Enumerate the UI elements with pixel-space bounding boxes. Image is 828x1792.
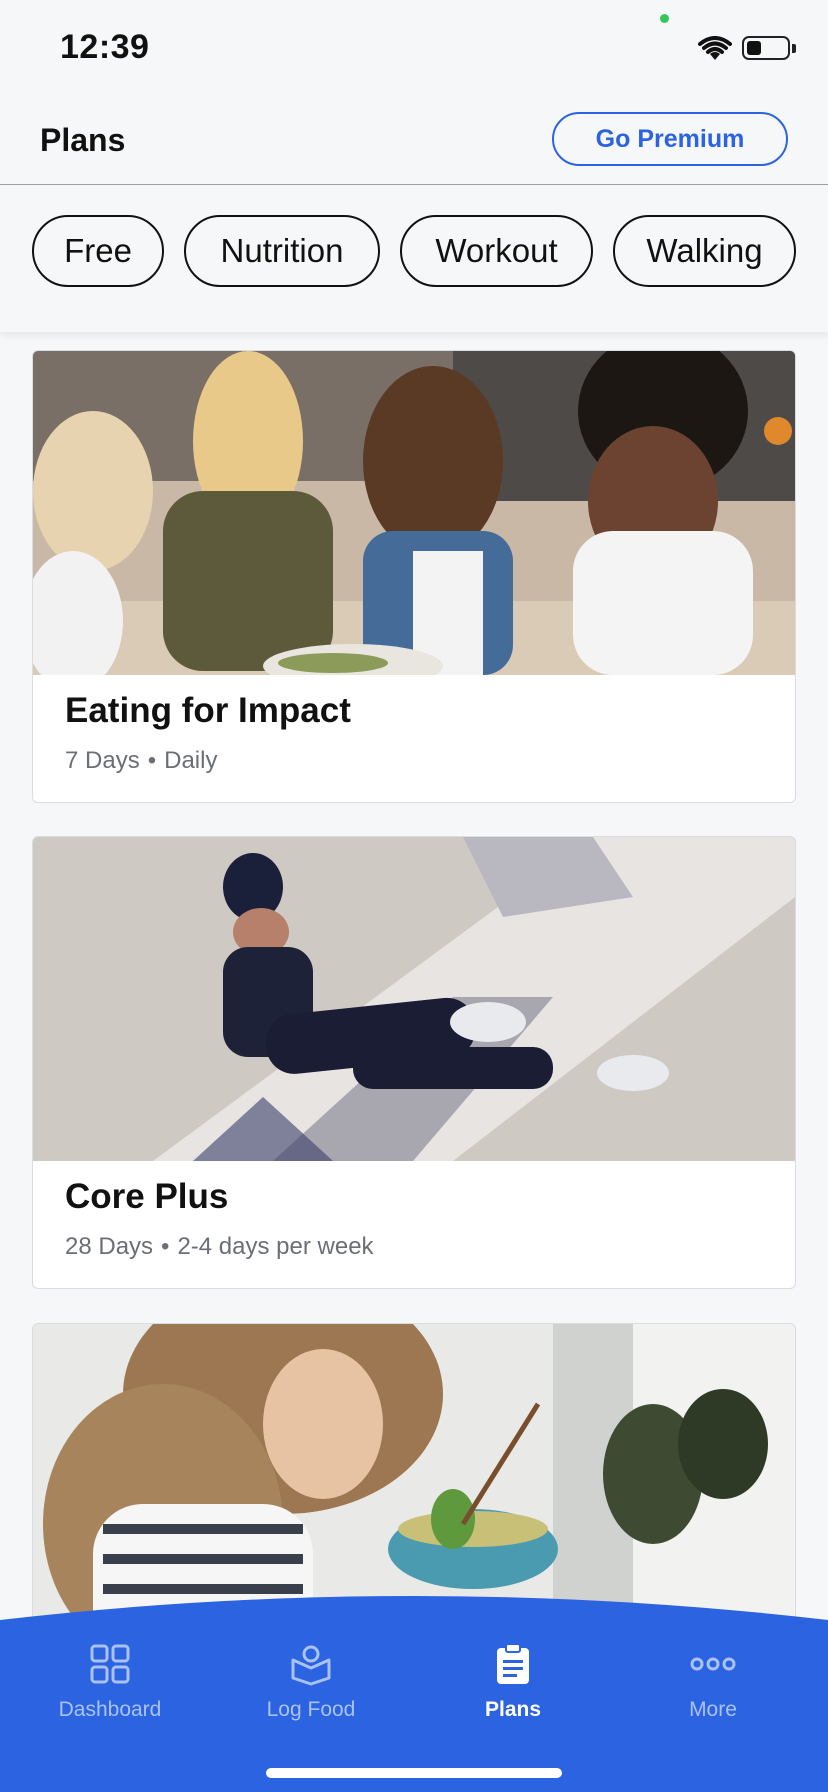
camera-indicator-icon [660, 14, 669, 23]
nav-item-log-food[interactable]: Log Food [216, 1642, 406, 1722]
plan-card-eating-for-impact[interactable]: Eating for Impact 7 Days • Daily [32, 350, 796, 803]
plan-card-core-plus[interactable]: Core Plus 28 Days • 2-4 days per week [32, 836, 796, 1289]
plan-image-friends-eating [33, 351, 795, 675]
nav-label-more: More [689, 1698, 737, 1721]
plan-card-partial[interactable] [32, 1323, 796, 1623]
nav-label-dashboard: Dashboard [58, 1698, 162, 1721]
plan-duration: 28 Days [65, 1233, 154, 1260]
meta-separator: • [147, 747, 157, 774]
filter-chip-nutrition[interactable]: Nutrition [184, 215, 380, 287]
nav-item-more[interactable]: More [618, 1642, 808, 1722]
plan-meta: 7 Days • Daily [65, 747, 217, 775]
plan-meta: 28 Days • 2-4 days per week [65, 1233, 374, 1261]
meta-separator: • [161, 1233, 170, 1260]
battery-icon [742, 36, 790, 60]
bottom-nav: Dashboard Log Food Plans More [0, 1592, 828, 1792]
log-food-icon [291, 1645, 331, 1686]
battery-cap [792, 44, 796, 53]
plan-image-woman-eating-salad [33, 1324, 795, 1622]
plan-frequency: Daily [164, 747, 218, 774]
nav-label-plans: Plans [484, 1698, 542, 1721]
wifi-icon [698, 36, 732, 60]
plan-title: Eating for Impact [65, 691, 351, 730]
status-time: 12:39 [60, 28, 150, 66]
plan-duration: 7 Days [65, 747, 140, 774]
filter-bar: Free Nutrition Workout Walking [0, 185, 828, 332]
page-title: Plans [40, 122, 126, 158]
filter-chip-free[interactable]: Free [32, 215, 164, 287]
nav-label-log-food: Log Food [266, 1698, 356, 1721]
status-bar: 12:39 [0, 0, 828, 100]
filter-chip-workout[interactable]: Workout [400, 215, 593, 287]
plans-icon [497, 1643, 529, 1684]
go-premium-button[interactable]: Go Premium [552, 112, 788, 166]
header: Plans Go Premium [0, 100, 828, 185]
plan-frequency: 2-4 days per week [177, 1233, 374, 1260]
plan-title: Core Plus [65, 1177, 229, 1216]
dashboard-icon [90, 1644, 130, 1684]
more-icon [690, 1657, 736, 1671]
filter-chip-walking[interactable]: Walking [613, 215, 796, 287]
home-indicator [266, 1768, 562, 1778]
nav-item-dashboard[interactable]: Dashboard [15, 1642, 205, 1722]
plan-image-core-workout [33, 837, 795, 1161]
nav-item-plans[interactable]: Plans [418, 1642, 608, 1722]
